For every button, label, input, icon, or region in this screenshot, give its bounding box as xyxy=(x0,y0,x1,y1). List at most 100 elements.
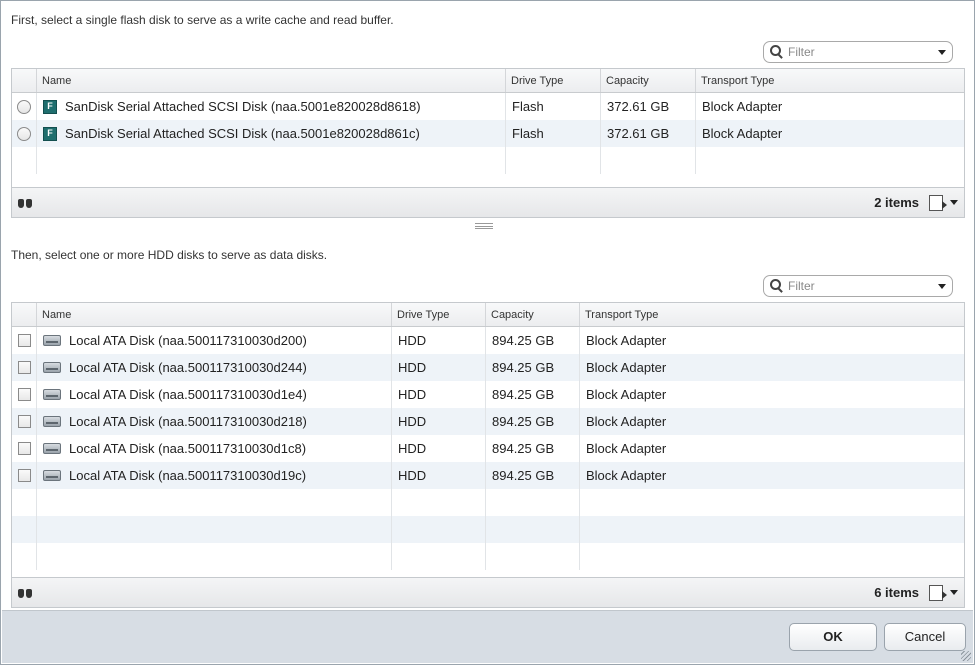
empty-row xyxy=(12,516,964,543)
hdd-grid-body: Local ATA Disk (naa.500117310030d200) HD… xyxy=(12,327,964,570)
capacity: 372.61 GB xyxy=(601,93,696,120)
drive-type: Flash xyxy=(506,120,601,147)
transport-type: Block Adapter xyxy=(586,360,667,375)
flash-instruction: First, select a single flash disk to ser… xyxy=(11,13,394,27)
drive-type: Flash xyxy=(506,93,601,120)
disk-name: SanDisk Serial Attached SCSI Disk (naa.5… xyxy=(65,99,421,114)
drive-type: HDD xyxy=(392,381,486,408)
disk-claim-dialog: First, select a single flash disk to ser… xyxy=(0,0,975,665)
flash-col-drive-type[interactable]: Drive Type xyxy=(506,69,601,92)
transport-type: Block Adapter xyxy=(586,468,667,483)
transport-type: Block Adapter xyxy=(586,441,667,456)
empty-row xyxy=(12,147,964,174)
hdd-filter-placeholder: Filter xyxy=(788,279,815,293)
transport-type: Block Adapter xyxy=(702,99,783,114)
export-icon[interactable] xyxy=(929,584,947,601)
disk-name: Local ATA Disk (naa.500117310030d19c) xyxy=(69,468,307,483)
flash-item-count: 2 items xyxy=(874,195,919,210)
transport-type: Block Adapter xyxy=(702,126,783,141)
capacity: 894.25 GB xyxy=(486,435,580,462)
hdd-disk-icon xyxy=(43,470,61,481)
hdd-checkbox-3[interactable] xyxy=(17,388,31,401)
hdd-checkbox-2[interactable] xyxy=(17,361,31,374)
binoculars-icon[interactable] xyxy=(18,587,34,599)
disk-name: Local ATA Disk (naa.500117310030d244) xyxy=(69,360,307,375)
hdd-disk-icon xyxy=(43,335,61,346)
hdd-checkbox-4[interactable] xyxy=(17,415,31,428)
flash-disk-grid: Name Drive Type Capacity Transport Type … xyxy=(11,68,965,218)
flash-radio-1[interactable] xyxy=(17,99,31,114)
binoculars-icon[interactable] xyxy=(18,197,34,209)
ok-button[interactable]: OK xyxy=(789,623,877,651)
pane-splitter-handle[interactable] xyxy=(475,223,493,229)
hdd-disk-grid: Name Drive Type Capacity Transport Type … xyxy=(11,302,965,608)
export-icon[interactable] xyxy=(929,194,947,211)
hdd-disk-icon xyxy=(43,443,61,454)
hdd-grid-footer: 6 items xyxy=(12,577,964,607)
hdd-col-transport[interactable]: Transport Type xyxy=(580,303,964,326)
empty-row xyxy=(12,489,964,516)
table-row[interactable]: Local ATA Disk (naa.500117310030d1e4) HD… xyxy=(12,381,964,408)
transport-type: Block Adapter xyxy=(586,387,667,402)
chevron-down-icon[interactable] xyxy=(938,49,946,55)
hdd-filter-input[interactable]: Filter xyxy=(763,275,953,297)
search-icon xyxy=(770,45,784,59)
flash-filter-placeholder: Filter xyxy=(788,45,815,59)
table-row[interactable]: Local ATA Disk (naa.500117310030d200) HD… xyxy=(12,327,964,354)
flash-filter-input[interactable]: Filter xyxy=(763,41,953,63)
hdd-checkbox-5[interactable] xyxy=(17,442,31,455)
drive-type: HDD xyxy=(392,354,486,381)
hdd-checkbox-6[interactable] xyxy=(17,469,31,482)
disk-name: Local ATA Disk (naa.500117310030d218) xyxy=(69,414,307,429)
search-icon xyxy=(770,279,784,293)
flash-col-transport[interactable]: Transport Type xyxy=(696,69,964,92)
hdd-checkbox-1[interactable] xyxy=(17,334,31,347)
capacity: 894.25 GB xyxy=(486,408,580,435)
capacity: 894.25 GB xyxy=(486,381,580,408)
hdd-item-count: 6 items xyxy=(874,585,919,600)
table-row[interactable]: Local ATA Disk (naa.500117310030d19c) HD… xyxy=(12,462,964,489)
capacity: 894.25 GB xyxy=(486,354,580,381)
disk-name: Local ATA Disk (naa.500117310030d200) xyxy=(69,333,307,348)
capacity: 894.25 GB xyxy=(486,462,580,489)
capacity: 894.25 GB xyxy=(486,327,580,354)
chevron-down-icon[interactable] xyxy=(950,200,958,205)
flash-col-capacity[interactable]: Capacity xyxy=(601,69,696,92)
dialog-button-bar: OK Cancel xyxy=(2,610,973,663)
chevron-down-icon[interactable] xyxy=(938,283,946,289)
chevron-down-icon[interactable] xyxy=(950,590,958,595)
cancel-button[interactable]: Cancel xyxy=(884,623,966,651)
flash-disk-icon: F xyxy=(43,99,57,114)
hdd-col-capacity[interactable]: Capacity xyxy=(486,303,580,326)
hdd-disk-icon xyxy=(43,389,61,400)
hdd-col-select xyxy=(12,303,37,326)
flash-grid-body: F SanDisk Serial Attached SCSI Disk (naa.… xyxy=(12,93,964,174)
flash-grid-footer: 2 items xyxy=(12,187,964,217)
hdd-disk-icon xyxy=(43,416,61,427)
table-row[interactable]: Local ATA Disk (naa.500117310030d218) HD… xyxy=(12,408,964,435)
drive-type: HDD xyxy=(392,408,486,435)
capacity: 372.61 GB xyxy=(601,120,696,147)
hdd-col-drive-type[interactable]: Drive Type xyxy=(392,303,486,326)
disk-name: Local ATA Disk (naa.500117310030d1e4) xyxy=(69,387,307,402)
drive-type: HDD xyxy=(392,435,486,462)
flash-disk-icon: F xyxy=(43,126,57,141)
resize-grip-icon[interactable] xyxy=(961,651,971,661)
table-row[interactable]: Local ATA Disk (naa.500117310030d244) HD… xyxy=(12,354,964,381)
flash-grid-header: Name Drive Type Capacity Transport Type xyxy=(12,69,964,93)
table-row[interactable]: Local ATA Disk (naa.500117310030d1c8) HD… xyxy=(12,435,964,462)
disk-name: SanDisk Serial Attached SCSI Disk (naa.5… xyxy=(65,126,420,141)
table-row[interactable]: F SanDisk Serial Attached SCSI Disk (naa.… xyxy=(12,120,964,147)
hdd-disk-icon xyxy=(43,362,61,373)
transport-type: Block Adapter xyxy=(586,414,667,429)
empty-row xyxy=(12,543,964,570)
flash-col-name[interactable]: Name xyxy=(37,69,506,92)
disk-name: Local ATA Disk (naa.500117310030d1c8) xyxy=(69,441,307,456)
flash-col-select xyxy=(12,69,37,92)
hdd-col-name[interactable]: Name xyxy=(37,303,392,326)
flash-radio-2[interactable] xyxy=(17,126,31,141)
transport-type: Block Adapter xyxy=(586,333,667,348)
drive-type: HDD xyxy=(392,327,486,354)
table-row[interactable]: F SanDisk Serial Attached SCSI Disk (naa.… xyxy=(12,93,964,120)
hdd-instruction: Then, select one or more HDD disks to se… xyxy=(11,248,328,262)
